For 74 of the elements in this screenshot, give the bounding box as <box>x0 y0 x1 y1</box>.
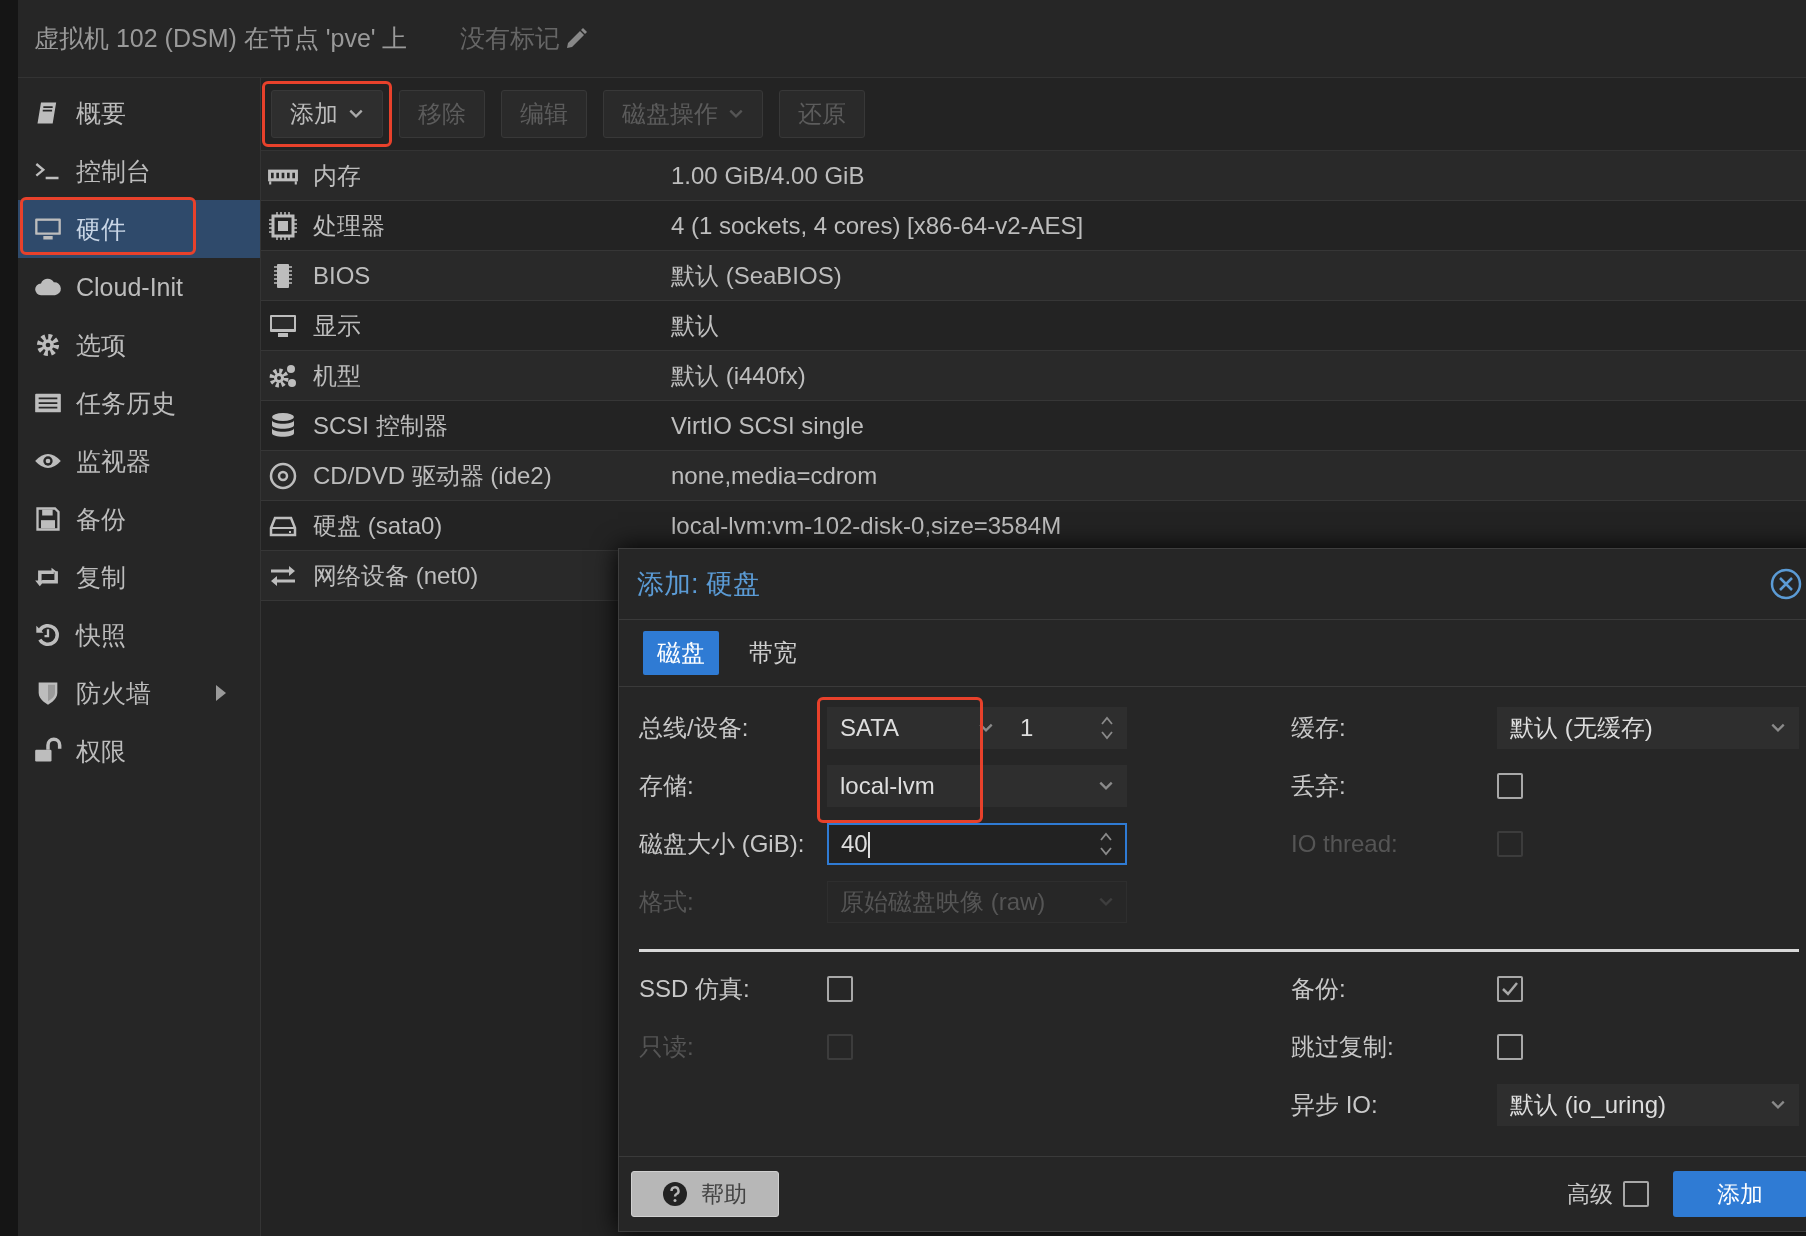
hardware-name: BIOS <box>313 261 371 289</box>
caret-icon <box>1098 896 1114 908</box>
field-label: 备份: <box>1291 974 1347 1004</box>
sidebar-item[interactable]: 硬件 <box>18 200 260 258</box>
hardware-value: 默认 <box>671 310 719 341</box>
hardware-value: 默认 (SeaBIOS) <box>671 260 842 291</box>
hardware-value: 4 (1 sockets, 4 cores) [x86-64-v2-AES] <box>671 211 1084 240</box>
field-label: 缓存: <box>1291 713 1347 743</box>
field-label: 异步 IO: <box>1291 1090 1379 1120</box>
sidebar-item[interactable]: 快照 <box>18 606 260 664</box>
select-field[interactable]: local-lvm <box>827 765 1127 807</box>
tab[interactable]: 带宽 <box>735 631 811 675</box>
sidebar-item[interactable]: 监视器 <box>18 432 260 490</box>
hardware-name: 网络设备 (net0) <box>313 561 479 589</box>
hardware-name: SCSI 控制器 <box>313 411 448 439</box>
checkbox[interactable] <box>1623 1181 1649 1207</box>
hardware-name: CD/DVD 驱动器 (ide2) <box>313 461 552 489</box>
hardware-name: 处理器 <box>313 211 385 239</box>
checkbox[interactable] <box>1497 773 1523 799</box>
toolbar-button[interactable]: 添加 <box>271 90 383 138</box>
chip-icon <box>267 210 299 241</box>
help-button[interactable]: 帮助 <box>631 1171 779 1217</box>
hardware-value: local-lvm:vm-102-disk-0,size=3584M <box>671 511 1062 540</box>
sidebar-item[interactable]: 权限 <box>18 722 260 780</box>
caret-icon <box>1770 722 1786 734</box>
field-label: 丢弃: <box>1291 771 1347 801</box>
spinner-arrows-icon <box>1100 714 1114 742</box>
sidebar-item[interactable]: 控制台 <box>18 142 260 200</box>
help-icon <box>663 1182 687 1206</box>
caret-icon <box>1770 1099 1786 1111</box>
hardware-value: none,media=cdrom <box>671 461 878 490</box>
close-icon[interactable] <box>1769 567 1803 601</box>
select-field[interactable]: 默认 (无缓存) <box>1497 707 1799 749</box>
bus-select[interactable]: SATA <box>827 707 1007 749</box>
caret-icon <box>348 108 364 120</box>
field-label: 跳过复制: <box>1291 1032 1395 1062</box>
sidebar-item[interactable]: Cloud-Init <box>18 258 260 316</box>
tab[interactable]: 磁盘 <box>643 631 719 675</box>
select-field[interactable]: 默认 (io_uring) <box>1497 1084 1799 1126</box>
hardware-name: 硬盘 (sata0) <box>313 511 443 539</box>
field-label: SSD 仿真: <box>639 974 751 1004</box>
size-field[interactable]: 40 <box>827 823 1127 865</box>
device-number-field[interactable]: 1 <box>1007 707 1127 749</box>
sidebar-item[interactable]: 防火墙 <box>18 664 260 722</box>
expand-arrow-icon[interactable] <box>214 683 228 703</box>
hardware-name: 显示 <box>313 311 361 339</box>
sidebar-item[interactable]: 概要 <box>18 84 260 142</box>
sidebar-item[interactable]: 选项 <box>18 316 260 374</box>
unlock-icon <box>34 737 62 765</box>
field-label: 存储: <box>639 771 695 801</box>
dialog-title: 添加: 硬盘 <box>637 568 760 601</box>
hardware-name: 机型 <box>313 361 361 389</box>
caret-icon <box>1098 780 1114 792</box>
floppy-icon <box>34 505 62 533</box>
field-label: 磁盘大小 (GiB): <box>639 829 806 859</box>
advanced-label: 高级 <box>1567 1179 1613 1209</box>
hardware-name: 内存 <box>313 161 361 189</box>
sidebar-item[interactable]: 任务历史 <box>18 374 260 432</box>
spinner-arrows-icon <box>1099 830 1113 858</box>
caret-icon <box>728 108 744 120</box>
checkbox[interactable] <box>827 976 853 1002</box>
disc-icon <box>267 460 299 491</box>
checkbox[interactable] <box>1497 976 1523 1002</box>
checkbox[interactable] <box>1497 1034 1523 1060</box>
field-label: 总线/设备: <box>639 713 750 743</box>
history-icon <box>34 621 62 649</box>
hardware-value: 默认 (i440fx) <box>671 360 806 391</box>
gear-icon <box>34 331 62 359</box>
hardware-value: 1.00 GiB/4.00 GiB <box>671 161 865 190</box>
sidebar-item[interactable]: 复制 <box>18 548 260 606</box>
hardware-value: VirtIO SCSI single <box>671 411 864 440</box>
sidebar-item[interactable]: 备份 <box>18 490 260 548</box>
window-title: 虚拟机 102 (DSM) 在节点 'pve' 上 <box>34 23 408 54</box>
add-button[interactable]: 添加 <box>1673 1171 1806 1217</box>
